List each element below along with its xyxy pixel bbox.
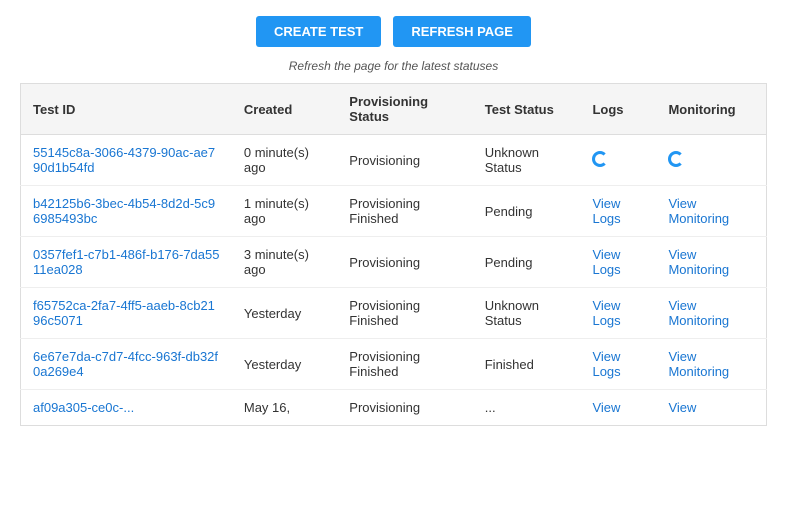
cell-logs <box>580 135 656 186</box>
view-logs-link[interactable]: View Logs <box>592 196 644 226</box>
test-id-link[interactable]: 6e67e7da-c7d7-4fcc-963f-db32f0a269e4 <box>33 349 218 379</box>
refresh-page-button[interactable]: REFRESH PAGE <box>393 16 531 47</box>
test-id-link[interactable]: af09a305-ce0c-... <box>33 400 134 415</box>
cell-test-id: f65752ca-2fa7-4ff5-aaeb-8cb2196c5071 <box>21 288 232 339</box>
view-logs-link[interactable]: View Logs <box>592 298 644 328</box>
col-header-test-status: Test Status <box>473 84 581 135</box>
cell-provisioning-status: Provisioning <box>337 135 472 186</box>
test-id-link[interactable]: f65752ca-2fa7-4ff5-aaeb-8cb2196c5071 <box>33 298 215 328</box>
cell-provisioning-status: Provisioning <box>337 237 472 288</box>
table-row: 6e67e7da-c7d7-4fcc-963f-db32f0a269e4 Yest… <box>21 339 767 390</box>
cell-provisioning-status: Provisioning <box>337 390 472 426</box>
cell-test-id: 55145c8a-3066-4379-90ac-ae790d1b54fd <box>21 135 232 186</box>
cell-test-status: Pending <box>473 237 581 288</box>
cell-created: 0 minute(s) ago <box>232 135 337 186</box>
cell-monitoring: View Monitoring <box>656 288 766 339</box>
logs-spinner <box>592 151 608 167</box>
cell-logs: View Logs <box>580 339 656 390</box>
table-wrapper: Test ID Created Provisioning Status Test… <box>0 83 787 446</box>
cell-test-status: ... <box>473 390 581 426</box>
cell-created: 3 minute(s) ago <box>232 237 337 288</box>
col-header-provisioning-status: Provisioning Status <box>337 84 472 135</box>
toolbar: CREATE TEST REFRESH PAGE <box>0 0 787 59</box>
cell-provisioning-status: Provisioning Finished <box>337 186 472 237</box>
cell-created: 1 minute(s) ago <box>232 186 337 237</box>
cell-monitoring: View Monitoring <box>656 237 766 288</box>
refresh-note: Refresh the page for the latest statuses <box>0 59 787 73</box>
cell-created: Yesterday <box>232 288 337 339</box>
table-header-row: Test ID Created Provisioning Status Test… <box>21 84 767 135</box>
cell-test-id: b42125b6-3bec-4b54-8d2d-5c96985493bc <box>21 186 232 237</box>
view-logs-link[interactable]: View Logs <box>592 349 644 379</box>
view-monitoring-link[interactable]: View <box>668 400 754 415</box>
cell-created: May 16, <box>232 390 337 426</box>
cell-test-status: Unknown Status <box>473 135 581 186</box>
create-test-button[interactable]: CREATE TEST <box>256 16 381 47</box>
table-row: 0357fef1-c7b1-486f-b176-7da5511ea028 3 mi… <box>21 237 767 288</box>
cell-provisioning-status: Provisioning Finished <box>337 288 472 339</box>
col-header-created: Created <box>232 84 337 135</box>
table-row: f65752ca-2fa7-4ff5-aaeb-8cb2196c5071 Yest… <box>21 288 767 339</box>
test-id-link[interactable]: 0357fef1-c7b1-486f-b176-7da5511ea028 <box>33 247 219 277</box>
cell-monitoring: View <box>656 390 766 426</box>
test-id-link[interactable]: 55145c8a-3066-4379-90ac-ae790d1b54fd <box>33 145 215 175</box>
cell-test-id: 0357fef1-c7b1-486f-b176-7da5511ea028 <box>21 237 232 288</box>
cell-test-status: Pending <box>473 186 581 237</box>
cell-logs: View Logs <box>580 237 656 288</box>
col-header-monitoring: Monitoring <box>656 84 766 135</box>
view-monitoring-link[interactable]: View Monitoring <box>668 247 754 277</box>
test-id-link[interactable]: b42125b6-3bec-4b54-8d2d-5c96985493bc <box>33 196 215 226</box>
cell-test-id: af09a305-ce0c-... <box>21 390 232 426</box>
view-monitoring-link[interactable]: View Monitoring <box>668 196 754 226</box>
cell-test-status: Finished <box>473 339 581 390</box>
cell-monitoring <box>656 135 766 186</box>
cell-logs: View <box>580 390 656 426</box>
table-row: b42125b6-3bec-4b54-8d2d-5c96985493bc 1 mi… <box>21 186 767 237</box>
view-logs-link[interactable]: View Logs <box>592 247 644 277</box>
table-row: af09a305-ce0c-... May 16,Provisioning... V… <box>21 390 767 426</box>
view-monitoring-link[interactable]: View Monitoring <box>668 349 754 379</box>
view-monitoring-link[interactable]: View Monitoring <box>668 298 754 328</box>
table-row: 55145c8a-3066-4379-90ac-ae790d1b54fd 0 mi… <box>21 135 767 186</box>
col-header-test-id: Test ID <box>21 84 232 135</box>
cell-provisioning-status: Provisioning Finished <box>337 339 472 390</box>
status-table: Test ID Created Provisioning Status Test… <box>20 83 767 426</box>
cell-logs: View Logs <box>580 186 656 237</box>
cell-monitoring: View Monitoring <box>656 339 766 390</box>
cell-logs: View Logs <box>580 288 656 339</box>
cell-monitoring: View Monitoring <box>656 186 766 237</box>
cell-test-status: Unknown Status <box>473 288 581 339</box>
view-logs-link[interactable]: View <box>592 400 644 415</box>
col-header-logs: Logs <box>580 84 656 135</box>
cell-created: Yesterday <box>232 339 337 390</box>
monitoring-spinner <box>668 151 684 167</box>
cell-test-id: 6e67e7da-c7d7-4fcc-963f-db32f0a269e4 <box>21 339 232 390</box>
